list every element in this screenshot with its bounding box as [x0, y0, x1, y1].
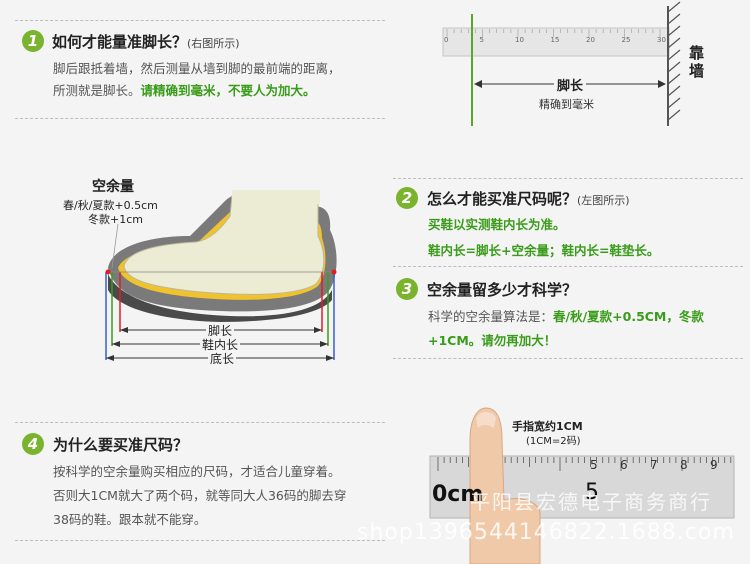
finger-ruler-tick-label: 7	[650, 458, 658, 472]
top-ruler-tick-label: 20	[586, 36, 595, 44]
url-watermark: shop1396544146822.1688.com	[357, 520, 735, 545]
step-number-3: 3	[396, 278, 418, 300]
divider	[15, 422, 385, 423]
top-ruler-tick-label: 0	[444, 36, 449, 44]
wall-label: 靠墙	[689, 44, 705, 80]
top-ruler-tick-label: 30	[657, 36, 666, 44]
finger-ruler-tick-label: 5	[590, 458, 598, 472]
section4-line3: 38码的鞋。跟本就不能穿。	[53, 512, 207, 527]
section1-line2-green: 请精确到毫米，不要人为加大。	[140, 83, 316, 98]
top-ruler-tick-label: 10	[515, 36, 524, 44]
divider	[15, 118, 385, 119]
divider	[393, 266, 743, 267]
divider	[393, 358, 743, 359]
section3-line1: 科学的空余量算法是：春/秋/夏款+0.5CM，冬款	[428, 306, 704, 328]
section3-line1-green: 春/秋/夏款+0.5CM，冬款	[553, 309, 704, 324]
section4-title: 为什么要买准尺码？	[53, 436, 189, 454]
divider	[15, 540, 385, 541]
step-number-2: 2	[396, 187, 418, 209]
section1-line2: 所测就是脚长。请精确到毫米，不要人为加大。	[53, 80, 316, 102]
divider	[15, 20, 385, 21]
top-ruler-tick-label: 15	[550, 36, 560, 44]
section2-line2: 鞋内长=脚长+空余量；鞋内长=鞋垫长。	[428, 243, 660, 258]
section3-title: 空余量留多少才科学？	[427, 281, 578, 299]
finger-ruler-tick-label: 8	[680, 458, 688, 472]
section1-title: 如何才能量准脚长？(右图所示)	[52, 31, 240, 52]
section1-line2-plain: 所测就是脚长。	[53, 83, 141, 98]
section2-note: (左图所示)	[577, 194, 630, 207]
finger-ruler-tick-label: 6	[620, 458, 628, 472]
section3-line1-plain: 科学的空余量算法是：	[428, 309, 554, 324]
section2-title-text: 怎么才能买准尺码呢？	[427, 190, 578, 208]
finger-sub: (1CM=2码)	[526, 436, 581, 447]
precision-label: 精确到毫米	[539, 98, 594, 111]
step-number-4: 4	[22, 433, 44, 455]
top-ruler-tick-label: 5	[479, 36, 484, 44]
step-number-1: 1	[22, 30, 44, 52]
foot-length-label: 脚长	[554, 75, 587, 94]
divider	[393, 178, 743, 179]
sole-length-label: 底长	[208, 350, 237, 367]
section2-title: 怎么才能买准尺码呢？(左图所示)	[427, 188, 630, 209]
finger-ruler-tick-label: 9	[710, 458, 718, 472]
section4-line2: 否则大1CM就大了两个码，就等同大人36码的脚去穿	[53, 488, 347, 503]
section3-line2: +1CM。请勿再加大！	[428, 333, 557, 348]
section2-line1: 买鞋以实测鞋内长为准。	[428, 217, 566, 232]
space-title: 空余量	[92, 179, 134, 195]
space-line2: 冬款+1cm	[88, 213, 143, 226]
section4-line1: 按科学的空余量购买相应的尺码，才适合儿童穿着。	[53, 464, 341, 479]
section1-note: (右图所示)	[187, 37, 240, 50]
top-ruler-tick-label: 25	[621, 36, 631, 44]
section1-line1: 脚后跟抵着墙，然后测量从墙到脚的最前端的距离，	[53, 61, 341, 76]
store-watermark: 平阳县宏德电子商务商行	[470, 490, 712, 514]
section1-title-text: 如何才能量准脚长？	[52, 33, 188, 51]
